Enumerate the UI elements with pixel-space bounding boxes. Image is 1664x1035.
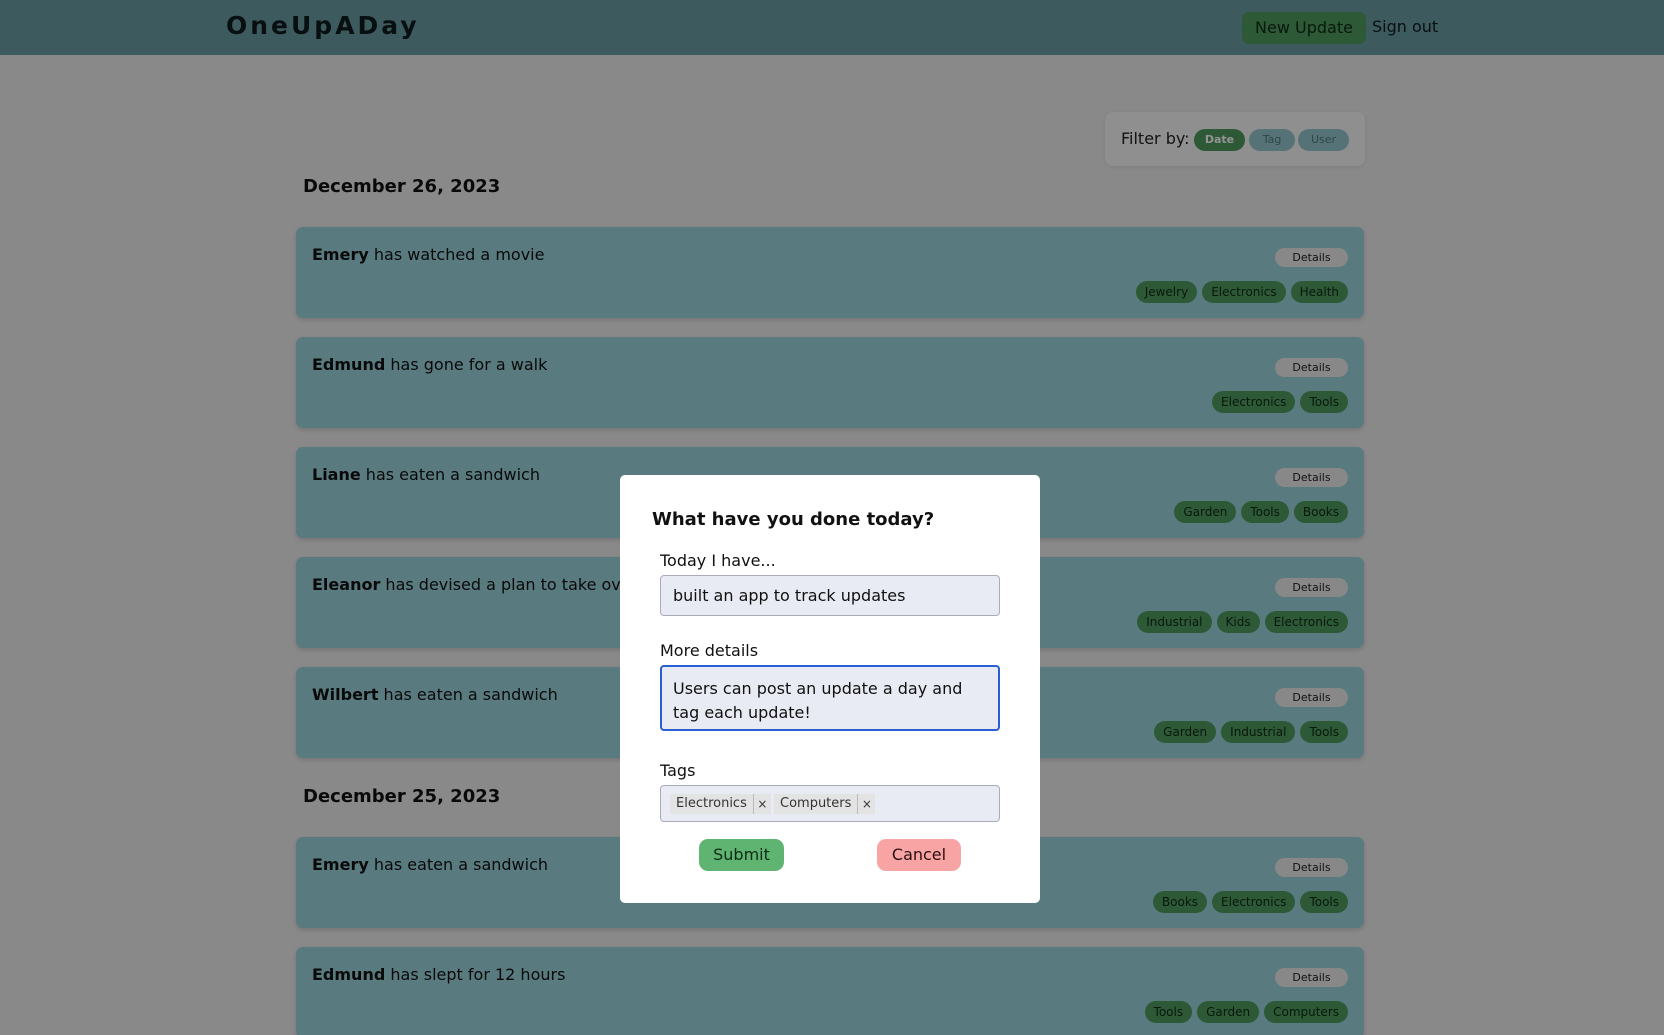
submit-button[interactable]: Submit: [699, 839, 784, 871]
today-field-label: Today I have...: [660, 551, 776, 570]
tag-token-label: Electronics: [676, 796, 747, 811]
cancel-button[interactable]: Cancel: [877, 839, 961, 871]
tag-token-computers: Computers ×: [774, 794, 876, 814]
tags-input[interactable]: Electronics × Computers ×: [660, 785, 1000, 822]
new-update-dialog: What have you done today? Today I have..…: [620, 475, 1040, 903]
remove-tag-icon[interactable]: ×: [752, 794, 771, 814]
tags-field-label: Tags: [660, 761, 696, 780]
dialog-title: What have you done today?: [652, 509, 935, 530]
tag-token-electronics: Electronics ×: [670, 794, 771, 814]
details-textarea[interactable]: Users can post an update a day and tag e…: [660, 665, 1000, 731]
remove-tag-icon[interactable]: ×: [857, 794, 875, 814]
today-input[interactable]: built an app to track updates: [660, 575, 1000, 616]
tag-token-label: Computers: [780, 796, 852, 811]
details-field-label: More details: [660, 641, 759, 660]
